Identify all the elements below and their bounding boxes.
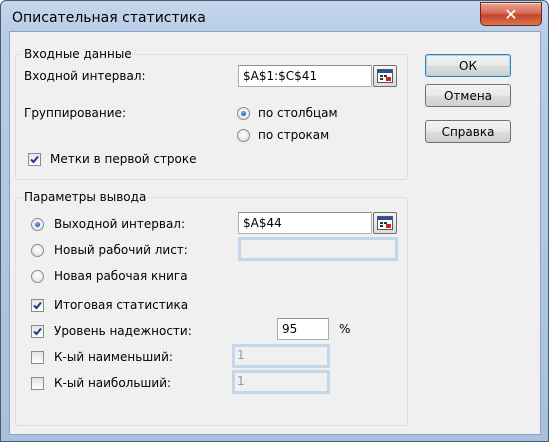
- confidence-unit: %: [339, 322, 351, 336]
- by-rows-radio[interactable]: [237, 129, 250, 142]
- by-rows-label: по строкам: [258, 128, 330, 142]
- dialog-body: Входные данные Входной интервал: $A$1:$C…: [9, 31, 541, 435]
- new-sheet-radio[interactable]: [31, 244, 44, 257]
- summary-stats-label: Итоговая статистика: [54, 298, 189, 312]
- output-group-title: Параметры вывода: [22, 190, 149, 204]
- kth-largest-label: К-ый наибольший:: [54, 376, 172, 390]
- confidence-field[interactable]: 95: [277, 318, 329, 340]
- new-sheet-field[interactable]: [238, 237, 398, 261]
- kth-largest-checkbox[interactable]: [31, 377, 44, 390]
- new-workbook-radio[interactable]: [31, 270, 44, 283]
- input-range-label: Входной интервал:: [24, 69, 146, 83]
- kth-smallest-field[interactable]: 1: [232, 344, 330, 368]
- range-select-icon: [377, 69, 393, 83]
- summary-stats-checkbox[interactable]: [31, 299, 44, 312]
- close-button[interactable]: ✕: [480, 2, 542, 26]
- kth-smallest-label: К-ый наименьший:: [54, 350, 173, 364]
- new-workbook-label: Новая рабочая книга: [54, 269, 188, 283]
- labels-first-row-checkbox[interactable]: [28, 153, 41, 166]
- input-range-select-button[interactable]: [373, 65, 397, 87]
- dialog-window: Описательная статистика ✕ Входные данные…: [0, 0, 549, 442]
- close-icon: ✕: [504, 4, 518, 24]
- ok-button[interactable]: ОК: [425, 54, 511, 77]
- new-sheet-label: Новый рабочий лист:: [54, 243, 188, 257]
- cancel-button[interactable]: Отмена: [425, 84, 511, 107]
- output-group: Параметры вывода Выходной интервал: $A$4…: [15, 190, 408, 426]
- help-button[interactable]: Справка: [425, 120, 511, 143]
- output-range-radio[interactable]: [31, 218, 44, 231]
- kth-smallest-checkbox[interactable]: [31, 351, 44, 364]
- kth-largest-field[interactable]: 1: [232, 370, 330, 394]
- input-group: Входные данные Входной интервал: $A$1:$C…: [15, 47, 408, 180]
- output-range-label: Выходной интервал:: [54, 217, 186, 231]
- checkmark-icon: [33, 301, 42, 310]
- confidence-label: Уровень надежности:: [54, 324, 192, 338]
- by-columns-radio[interactable]: [237, 107, 250, 120]
- dialog-title: Описательная статистика: [12, 10, 206, 26]
- by-columns-label: по столбцам: [258, 106, 338, 120]
- output-range-field[interactable]: $A$44: [238, 212, 372, 234]
- title-bar[interactable]: Описательная статистика ✕: [1, 1, 548, 35]
- grouping-label: Группирование:: [24, 106, 126, 120]
- labels-first-row-label: Метки в первой строке: [50, 152, 197, 166]
- checkmark-icon: [30, 155, 39, 164]
- input-range-field[interactable]: $A$1:$C$41: [238, 65, 372, 87]
- input-group-title: Входные данные: [22, 47, 134, 61]
- checkmark-icon: [33, 327, 42, 336]
- confidence-checkbox[interactable]: [31, 325, 44, 338]
- range-select-icon: [377, 216, 393, 230]
- output-range-select-button[interactable]: [373, 212, 397, 234]
